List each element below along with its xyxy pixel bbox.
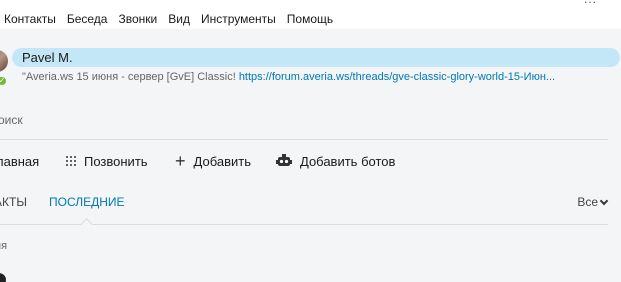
more-options-icon[interactable]: ... (584, 0, 597, 5)
dialpad-icon (66, 156, 76, 166)
tab-recent[interactable]: ПОСЛЕДНИЕ (49, 192, 125, 212)
call-label: Позвонить (84, 153, 148, 169)
avatar[interactable] (0, 50, 8, 72)
mood-message[interactable]: "Averia.ws 15 июня - сервер [GvE] Classi… (22, 69, 620, 85)
online-status-icon: ✓ (0, 75, 8, 87)
menu-bar: Контакты Беседа Звонки Вид Инструменты П… (0, 0, 621, 28)
add-bots-label: Добавить ботов (300, 153, 396, 169)
add-bots-button[interactable]: Добавить ботов (276, 149, 395, 173)
call-button[interactable]: Позвонить (66, 149, 148, 173)
section-header-today: ня (0, 240, 8, 252)
menu-conversation[interactable]: Беседа (62, 0, 114, 28)
action-bar: лавная Позвонить + Добавить Добавить бот… (0, 149, 621, 173)
filter-dropdown[interactable]: Все (577, 192, 609, 212)
tab-contacts[interactable]: АКТЫ (0, 192, 27, 212)
profile-name[interactable]: Pavel M. (12, 48, 620, 67)
menu-contacts[interactable]: Контакты (0, 0, 62, 28)
mood-link[interactable]: https://forum.averia.ws/threads/gve-clas… (239, 71, 555, 83)
plus-icon: + (175, 151, 186, 171)
mood-text: "Averia.ws 15 июня - сервер [GvE] Classi… (22, 71, 239, 83)
menu-tools[interactable]: Инструменты (196, 0, 282, 28)
add-contact-button[interactable]: + Добавить (175, 149, 251, 173)
search-input[interactable]: оиск (0, 113, 23, 127)
add-label: Добавить (193, 153, 251, 169)
home-button[interactable]: лавная (0, 149, 39, 173)
menu-help[interactable]: Помощь (282, 0, 339, 28)
bot-icon (276, 153, 292, 169)
menu-view[interactable]: Вид (163, 0, 196, 28)
sidebar-panel: ✓ Pavel M. "Averia.ws 15 июня - сервер [… (0, 29, 621, 282)
conversation-avatar[interactable] (0, 273, 6, 282)
menu-calls[interactable]: Звонки (113, 0, 163, 28)
chevron-down-icon (599, 196, 609, 205)
profile-header[interactable]: ✓ Pavel M. "Averia.ws 15 июня - сервер [… (0, 46, 620, 98)
filter-label: Все (577, 195, 598, 209)
active-tab-indicator (80, 218, 93, 231)
tab-bar: АКТЫ ПОСЛЕДНИЕ Все (0, 192, 621, 214)
home-label: лавная (0, 153, 40, 169)
divider (0, 139, 608, 140)
